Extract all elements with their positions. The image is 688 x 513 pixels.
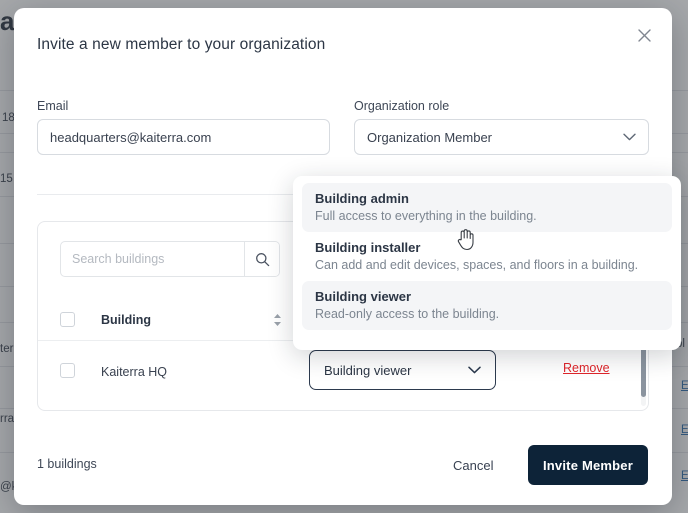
remove-building-link[interactable]: Remove [563, 361, 610, 375]
select-all-checkbox[interactable] [60, 312, 75, 327]
role-option-building-admin[interactable]: Building admin Full access to everything… [302, 183, 672, 232]
search-buildings-field[interactable] [60, 241, 280, 277]
sort-icon[interactable] [271, 312, 283, 328]
search-icon[interactable] [244, 242, 279, 276]
chevron-down-icon [468, 366, 481, 374]
role-option-building-viewer[interactable]: Building viewer Read-only access to the … [302, 281, 672, 330]
screen: a 18 15 ter rra @k ol E E E Invite a new… [0, 0, 688, 513]
row-checkbox[interactable] [60, 363, 75, 378]
role-option-title: Building admin [315, 191, 409, 206]
building-name: Kaiterra HQ [101, 365, 167, 379]
search-input[interactable] [61, 242, 244, 276]
building-role-select[interactable]: Building viewer [309, 350, 496, 390]
building-role-value: Building viewer [324, 362, 412, 378]
role-option-description: Read-only access to the building. [315, 307, 500, 321]
table-row: Kaiterra HQ Building viewer Remove [38, 341, 648, 401]
building-role-dropdown: Building admin Full access to everything… [293, 176, 681, 350]
buildings-count: 1 buildings [37, 457, 97, 471]
modal-title: Invite a new member to your organization [37, 36, 326, 53]
close-icon[interactable] [631, 22, 657, 48]
role-option-title: Building viewer [315, 289, 412, 304]
column-header-building: Building [101, 313, 151, 327]
invite-member-button[interactable]: Invite Member [528, 445, 648, 485]
role-option-title: Building installer [315, 240, 421, 255]
role-option-building-installer[interactable]: Building installer Can add and edit devi… [302, 232, 672, 281]
role-option-description: Full access to everything in the buildin… [315, 209, 537, 223]
cancel-button[interactable]: Cancel [443, 452, 503, 479]
email-label: Email [37, 99, 69, 113]
org-role-value: Organization Member [367, 129, 492, 145]
chevron-down-icon [623, 133, 636, 141]
org-role-label: Organization role [354, 99, 450, 113]
email-input[interactable] [37, 119, 330, 155]
org-role-select[interactable]: Organization Member [354, 119, 649, 155]
role-option-description: Can add and edit devices, spaces, and fl… [315, 258, 639, 272]
